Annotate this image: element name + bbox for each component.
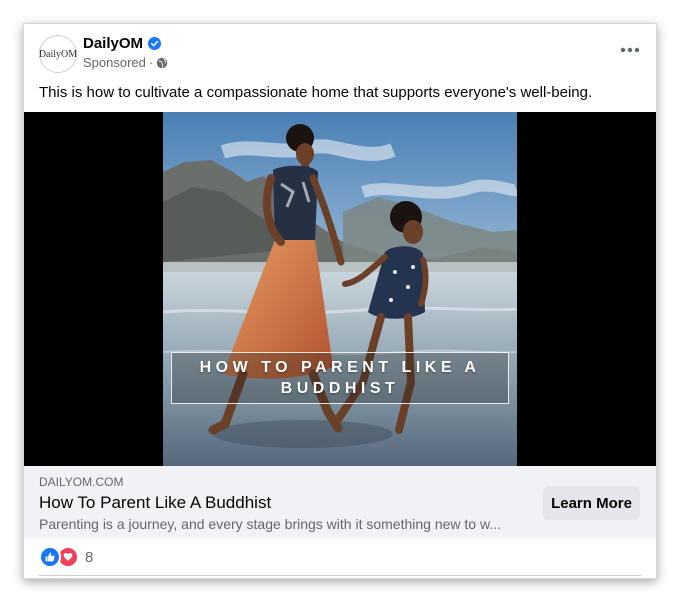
ad-photo[interactable] xyxy=(163,112,517,466)
logo-text: DailyOM xyxy=(38,48,78,60)
link-preview[interactable]: DAILYOM.COM How To Parent Like A Buddhis… xyxy=(24,466,656,538)
ad-media[interactable]: HOW TO PARENT LIKE A BUDDHIST xyxy=(24,112,656,466)
globe-icon[interactable] xyxy=(156,57,168,69)
page-name-link[interactable]: DailyOM xyxy=(83,35,162,52)
link-domain: DAILYOM.COM xyxy=(39,475,124,489)
post-header: DailyOM DailyOM Sponsored · xyxy=(24,24,656,80)
post-caption: This is how to cultivate a compassionate… xyxy=(39,84,593,101)
overlay-title: HOW TO PARENT LIKE A BUDDHIST xyxy=(199,359,481,397)
overlay-title-box: HOW TO PARENT LIKE A BUDDHIST xyxy=(171,352,509,404)
actions-divider xyxy=(39,575,641,576)
page-name[interactable]: DailyOM xyxy=(83,35,143,52)
verified-badge-icon xyxy=(148,37,162,50)
link-title[interactable]: How To Parent Like A Buddhist xyxy=(39,493,271,513)
beach-scene-image xyxy=(163,112,517,466)
meta-separator: · xyxy=(148,55,154,70)
link-description: Parenting is a journey, and every stage … xyxy=(39,516,501,532)
reactions-summary[interactable]: 8 xyxy=(39,546,93,568)
learn-more-button[interactable]: Learn More xyxy=(543,486,640,520)
page-logo-avatar[interactable]: DailyOM xyxy=(39,35,77,73)
more-options-icon[interactable] xyxy=(618,38,642,62)
like-icon xyxy=(39,546,61,568)
reaction-count[interactable]: 8 xyxy=(85,549,93,566)
ad-post-card: DailyOM DailyOM Sponsored · This is how … xyxy=(23,23,657,579)
post-meta: Sponsored · xyxy=(83,55,168,70)
sponsored-label[interactable]: Sponsored xyxy=(83,55,146,70)
